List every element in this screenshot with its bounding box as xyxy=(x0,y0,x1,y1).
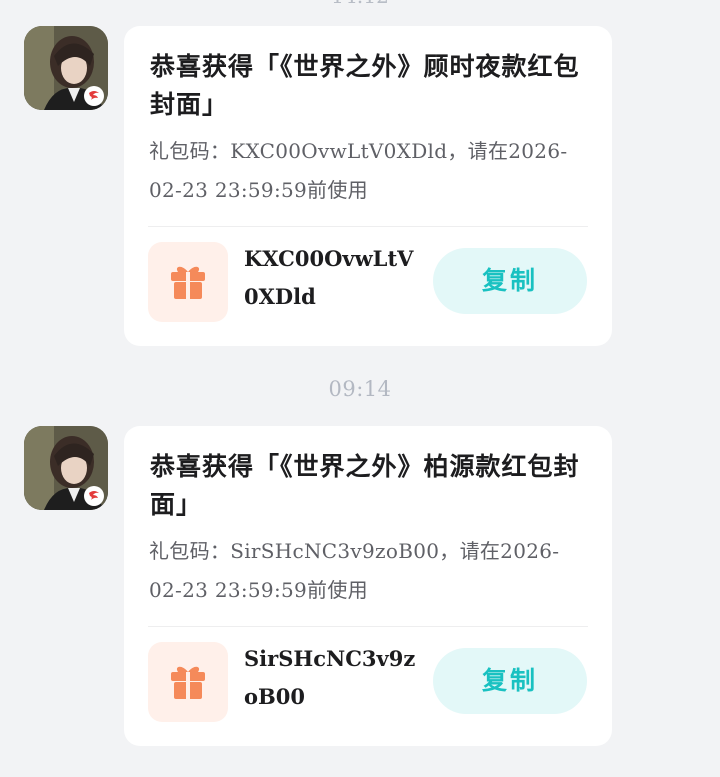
divider xyxy=(148,226,588,227)
app-avatar[interactable] xyxy=(24,26,108,110)
netease-badge-icon xyxy=(84,486,104,506)
message-title: 恭喜获得「《世界之外》柏源款红包封面」 xyxy=(150,452,580,519)
gift-code: KXC00OvwLtV0XDld xyxy=(244,246,414,309)
message-card: 恭喜获得「《世界之外》柏源款红包封面」 礼包码：SirSHcNC3v9zoB00… xyxy=(124,426,612,746)
netease-badge-icon xyxy=(84,86,104,106)
chat-page: 14:12 恭喜获得「《世界之外》顾时夜款红包封面」 礼包码：KXC00OvwL… xyxy=(0,0,720,777)
gift-icon xyxy=(171,666,205,699)
timestamp: 09:14 xyxy=(328,377,392,401)
copy-button[interactable]: 复制 xyxy=(433,248,587,314)
timestamp-top: 14:12 xyxy=(0,0,720,8)
message-card: 恭喜获得「《世界之外》顾时夜款红包封面」 礼包码：KXC00OvwLtV0XDl… xyxy=(124,26,612,346)
divider xyxy=(148,626,588,627)
gift-box xyxy=(148,242,228,322)
app-avatar[interactable] xyxy=(24,426,108,510)
gift-code: SirSHcNC3v9zoB00 xyxy=(244,646,416,709)
message-description: 礼包码：SirSHcNC3v9zoB00，请在2026-02-23 23:59:… xyxy=(149,539,560,602)
gift-box xyxy=(148,642,228,722)
message-title: 恭喜获得「《世界之外》顾时夜款红包封面」 xyxy=(150,52,580,119)
message-description: 礼包码：KXC00OvwLtV0XDld，请在2026-02-23 23:59:… xyxy=(149,139,568,202)
copy-button[interactable]: 复制 xyxy=(433,648,587,714)
gift-icon xyxy=(171,266,205,299)
